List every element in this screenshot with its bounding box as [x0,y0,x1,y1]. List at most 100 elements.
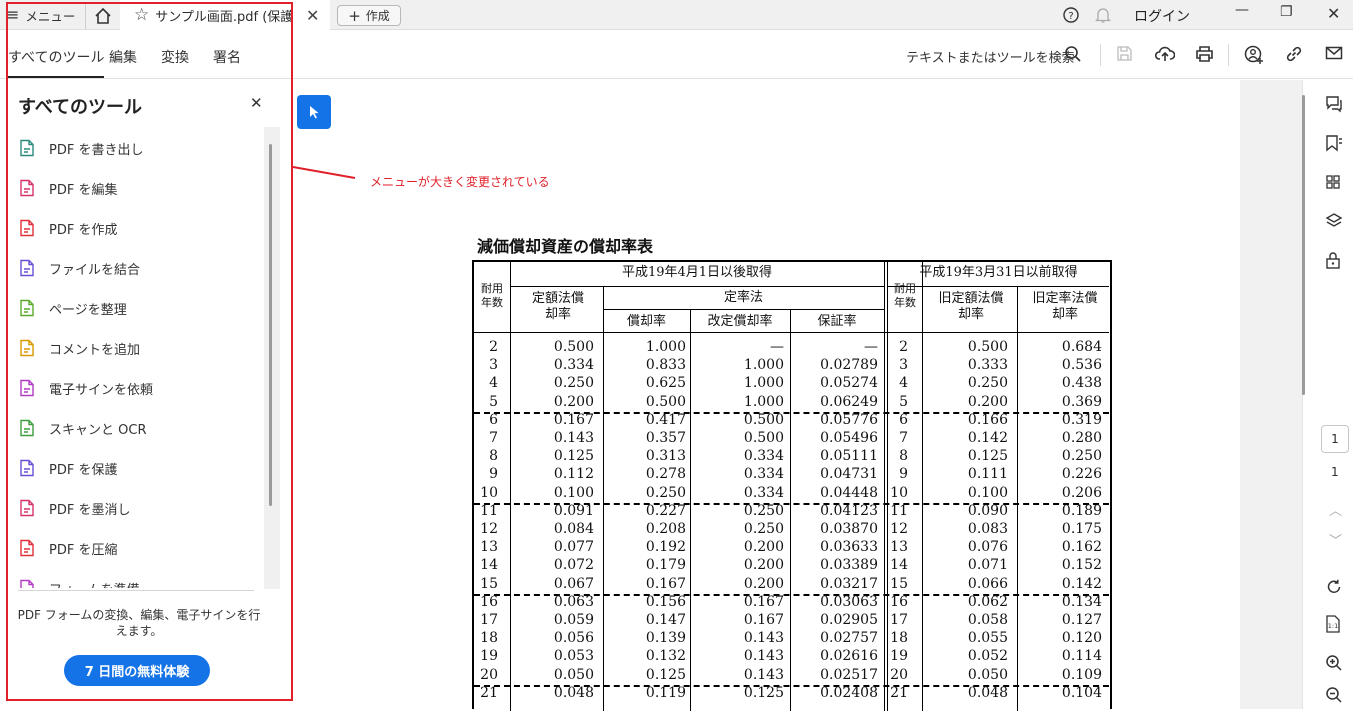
table-cell: 0.250 [1061,448,1102,465]
tool-item[interactable]: PDF を保護 [18,448,258,488]
table-cell: 0.334 [743,466,784,483]
table-cell: 1.000 [743,375,784,392]
col-rate: 償却率 [626,314,666,329]
print-icon[interactable] [1195,45,1214,63]
table-cell: 0.063 [553,593,594,610]
tool-item[interactable]: PDF を墨消し [18,488,258,528]
table-cell: 0.500 [967,339,1008,355]
table-cell: 0.083 [967,521,1008,537]
table-cell: 0.189 [1061,502,1102,519]
toolbar-divider [1228,44,1229,66]
table-cell: 0.500 [743,411,784,428]
tool-item[interactable]: ファイルを結合 [18,248,258,288]
table-row: 20 0.050 0.125 0.143 0.02517 20 0.050 0.109 [474,667,1109,685]
table-cell: 17 [480,612,498,628]
lock-icon[interactable] [1325,251,1341,269]
bookmark-icon[interactable] [1325,134,1343,152]
table-cell: 5 [489,393,498,410]
maximize-icon[interactable]: ❐ [1280,4,1293,20]
table-cell: 6 [489,411,498,428]
combine-files-icon [20,259,34,277]
table-row: 14 0.072 0.179 0.200 0.03389 14 0.071 0.152 [474,557,1109,575]
tool-label: フォームを準備 [49,579,140,589]
zoom-in-icon[interactable] [1325,654,1343,672]
create-pdf-icon [20,219,34,237]
tool-item[interactable]: PDF を圧縮 [18,528,258,568]
table-cell: 16 [890,593,908,610]
minimize-icon[interactable]: — [1235,2,1249,18]
share-user-icon[interactable] [1244,45,1264,64]
actual-size-icon[interactable]: 1:1 [1325,615,1341,633]
link-icon[interactable] [1285,45,1303,63]
table-cell: 0.143 [743,648,784,665]
table-cell: 0.125 [743,684,784,701]
table-cell: 16 [480,593,498,610]
bell-icon[interactable] [1095,6,1111,24]
table-cell: 0.156 [645,593,686,610]
free-trial-button[interactable]: 7 日間の無料体験 [64,655,210,686]
zoom-out-icon[interactable] [1325,686,1343,704]
chevron-down-icon[interactable]: ﹀ [1329,530,1342,549]
cloud-upload-icon[interactable] [1155,45,1175,63]
table-cell: 0.127 [1061,612,1102,628]
add-comment-icon [20,339,34,357]
table-cell: 0.142 [967,430,1008,446]
document-scrollbar[interactable] [1302,95,1305,395]
rotate-icon[interactable] [1325,578,1343,596]
table-cell: 0.125 [967,448,1008,465]
table-cell: 18 [890,630,908,647]
table-cell: 17 [890,612,908,628]
panel-scrollbar-thumb[interactable] [269,144,272,506]
table-cell: 0.109 [1061,666,1102,683]
layers-icon[interactable] [1325,212,1343,230]
table-row: 7 0.143 0.357 0.500 0.05496 7 0.142 0.280 [474,430,1109,448]
table-cell: 0.175 [1061,521,1102,537]
tool-item[interactable]: 電子サインを依頼 [18,368,258,408]
table-cell: 0.120 [1061,630,1102,647]
create-label: 作成 [365,9,390,23]
mail-icon[interactable] [1325,45,1343,61]
table-cell: 20 [890,666,908,683]
tool-item[interactable]: スキャンと OCR [18,408,258,448]
tool-item[interactable]: フォームを準備 [18,568,258,588]
save-icon[interactable] [1116,45,1133,62]
panel-divider [18,590,254,591]
table-cell: 0.417 [645,411,686,428]
col-declining: 定率法 [723,290,763,305]
chevron-up-icon[interactable]: ︿ [1329,500,1342,519]
search-tools-label[interactable]: テキストまたはツールを検索 [906,47,1075,66]
panel-scrollbar-track[interactable] [264,127,280,589]
table-cell: 0.111 [967,466,1008,483]
tool-item[interactable]: PDF を作成 [18,208,258,248]
table-cell: 0.438 [1061,375,1102,392]
table-cell: 0.162 [1061,539,1102,556]
table-cell: 0.100 [553,484,594,501]
login-link[interactable]: ログイン [1134,6,1190,26]
table-cell: 0.112 [553,466,594,483]
table-cell: 13 [480,539,498,556]
table-cell: 0.090 [967,502,1008,519]
table-cell: — [770,339,784,355]
table-cell: 8 [899,448,908,465]
thumbnails-icon[interactable] [1325,174,1341,190]
table-cell: 0.167 [645,575,686,592]
table-cell: 0.152 [1061,557,1102,574]
table-cell: 0.077 [553,539,594,556]
tool-item[interactable]: ページを整理 [18,288,258,328]
table-cell: 13 [890,539,908,556]
search-icon[interactable] [1064,45,1082,63]
current-page-input[interactable]: 1 [1321,425,1349,453]
table-cell: 0.226 [1061,466,1102,483]
table-cell: 0.052 [967,648,1008,665]
table-cell: 0.369 [1061,393,1102,410]
help-icon[interactable]: ? [1063,7,1079,23]
table-cell: 2 [899,339,908,355]
table-cell: 7 [489,430,498,446]
tool-label: ファイルを結合 [49,262,141,278]
close-window-icon[interactable]: ✕ [1327,4,1340,23]
comment-icon[interactable] [1325,95,1343,113]
tool-item[interactable]: コメントを追加 [18,328,258,368]
table-cell: 1.000 [645,339,686,355]
prepare-form-icon [20,579,34,588]
table-cell: 3 [899,357,908,374]
